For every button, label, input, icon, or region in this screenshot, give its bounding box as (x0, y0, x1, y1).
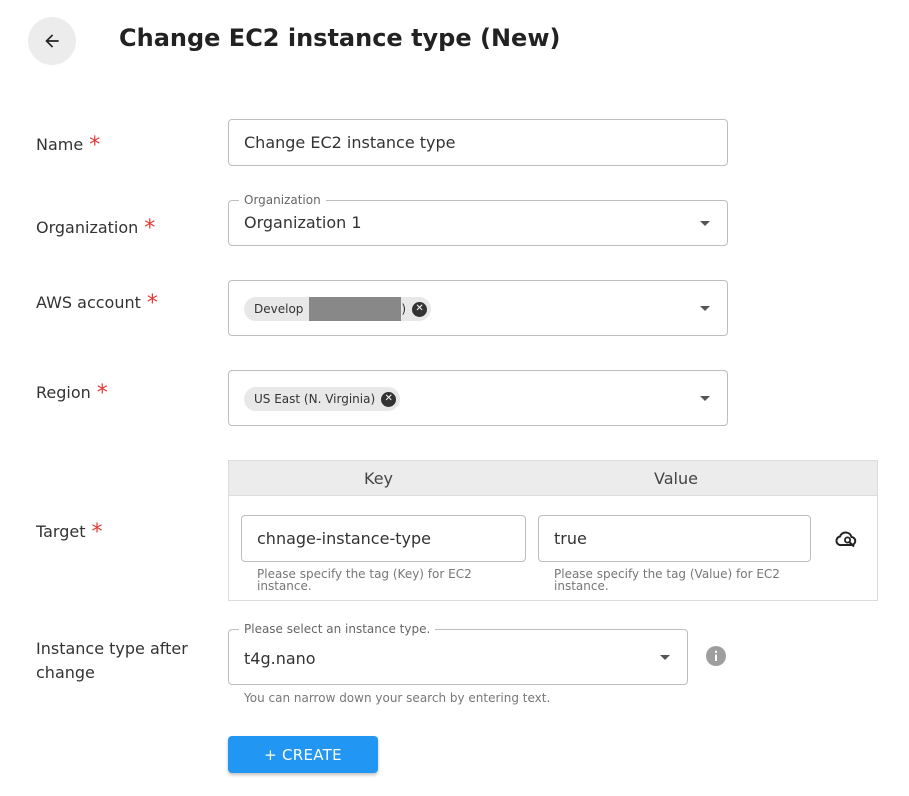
target-label-text: Target (36, 522, 86, 541)
instance-type-helper: You can narrow down your search by enter… (244, 691, 551, 705)
organization-select[interactable]: Organization Organization 1 (228, 192, 728, 246)
organization-legend: Organization (239, 192, 326, 208)
tag-value-value: true (554, 529, 587, 548)
name-label: Name * (36, 133, 100, 158)
region-label-text: Region (36, 383, 91, 402)
required-mark: * (146, 291, 158, 316)
tag-table-header: Key Value (229, 461, 877, 496)
aws-account-label: AWS account * (36, 291, 158, 316)
key-column-header: Key (364, 469, 394, 488)
arrow-left-icon (45, 34, 59, 48)
cloud-search-icon[interactable] (835, 528, 859, 550)
tag-value-input[interactable]: true (538, 515, 811, 562)
required-mark: * (144, 216, 156, 241)
chevron-down-icon[interactable] (700, 396, 710, 401)
chevron-down-icon[interactable] (660, 655, 670, 660)
info-icon[interactable] (705, 645, 727, 667)
region-chip[interactable]: US East (N. Virginia) ✕ (244, 387, 401, 411)
required-mark: * (96, 381, 108, 406)
remove-chip-icon[interactable]: ✕ (381, 391, 397, 407)
name-input[interactable]: Change EC2 instance type (228, 119, 728, 166)
region-select[interactable]: US East (N. Virginia) ✕ (228, 370, 728, 426)
region-label: Region * (36, 381, 108, 406)
required-mark: * (91, 520, 103, 545)
tag-key-helper: Please specify the tag (Key) for EC2 ins… (257, 567, 472, 593)
tag-value-helper: Please specify the tag (Value) for EC2 i… (554, 567, 780, 593)
aws-account-chip-suffix: ) (401, 302, 407, 316)
aws-account-chip[interactable]: Develop ) ✕ (244, 297, 432, 321)
aws-account-label-text: AWS account (36, 293, 141, 312)
aws-account-chip-label: Develop (254, 302, 304, 316)
instance-type-label: Instance type after change (36, 639, 188, 682)
tag-key-input[interactable]: chnage-instance-type (241, 515, 526, 562)
instance-type-value: t4g.nano (244, 649, 316, 668)
name-label-text: Name (36, 135, 84, 154)
target-tag-table: Key Value chnage-instance-type Please sp… (228, 460, 878, 601)
region-chip-label: US East (N. Virginia) (254, 392, 376, 406)
name-input-value: Change EC2 instance type (244, 133, 456, 152)
tag-key-value: chnage-instance-type (257, 529, 431, 548)
remove-chip-icon[interactable]: ✕ (412, 301, 428, 317)
create-button[interactable]: + CREATE (228, 736, 378, 773)
chevron-down-icon[interactable] (700, 306, 710, 311)
back-button[interactable] (28, 17, 76, 65)
value-column-header: Value (654, 469, 698, 488)
aws-account-select[interactable]: Develop ) ✕ (228, 280, 728, 336)
organization-label-text: Organization (36, 218, 139, 237)
target-label: Target * (36, 520, 103, 545)
redacted-block (309, 297, 402, 321)
instance-type-legend: Please select an instance type. (239, 621, 436, 637)
organization-select-value: Organization 1 (244, 213, 362, 232)
organization-label: Organization * (36, 216, 155, 241)
instance-type-select[interactable]: Please select an instance type. t4g.nano (228, 621, 688, 685)
chevron-down-icon[interactable] (700, 221, 710, 226)
required-mark: * (89, 133, 101, 158)
page-title: Change EC2 instance type (New) (119, 24, 561, 52)
